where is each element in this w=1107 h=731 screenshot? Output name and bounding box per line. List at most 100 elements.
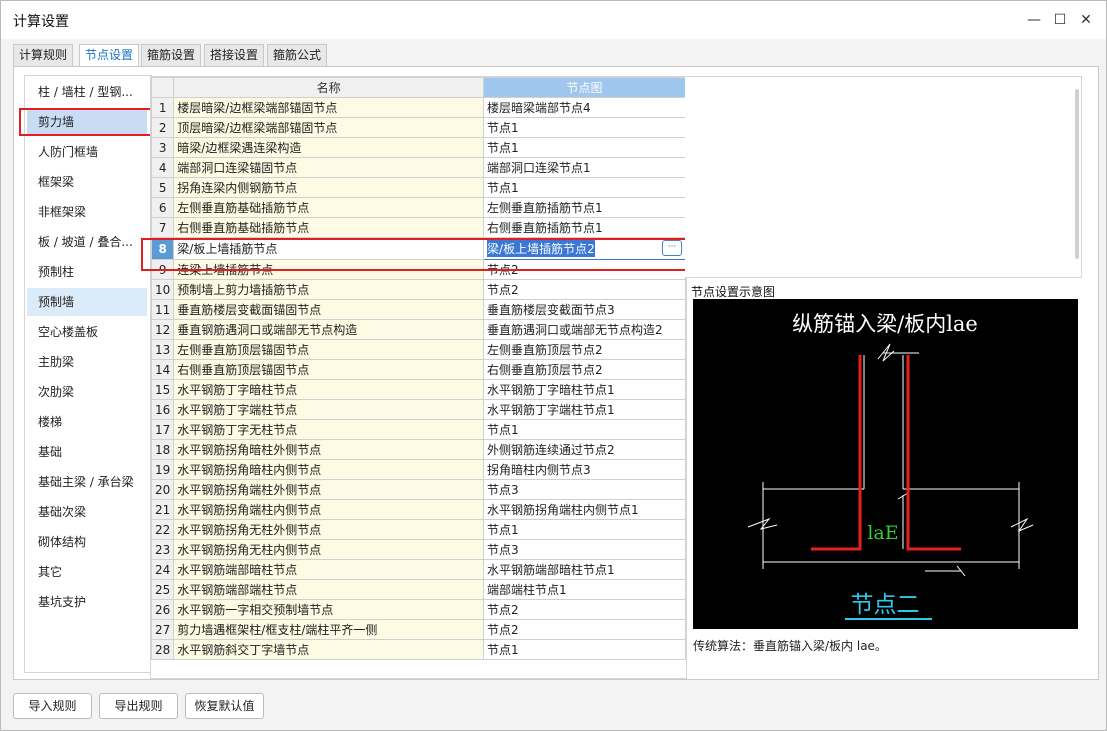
row-node-cell[interactable]: 节点2 — [483, 619, 686, 640]
table-row[interactable]: 3 暗梁/边框梁遇连梁构造 节点1 — [151, 137, 686, 158]
table-row[interactable]: 26 水平钢筋一字相交预制墙节点 节点2 — [151, 599, 686, 620]
row-node-cell[interactable]: 垂直筋遇洞口或端部无节点构造2 — [483, 319, 686, 340]
row-node-cell[interactable]: 端部洞口连梁节点1 — [483, 157, 686, 178]
row-name-cell[interactable]: 水平钢筋拐角端柱外侧节点 — [173, 479, 485, 500]
row-name-cell[interactable]: 左侧垂直筋基础插筋节点 — [173, 197, 485, 218]
table-row[interactable]: 5 拐角连梁内侧钢筋节点 节点1 — [151, 177, 686, 198]
row-node-cell[interactable]: 节点1 — [483, 419, 686, 440]
table-row[interactable]: 17 水平钢筋丁字无柱节点 节点1 — [151, 419, 686, 440]
table-row[interactable]: 6 左侧垂直筋基础插筋节点 左侧垂直筋插筋节点1 — [151, 197, 686, 218]
table-row[interactable]: 7 右侧垂直筋基础插筋节点 右侧垂直筋插筋节点1 — [151, 217, 686, 238]
row-name-cell[interactable]: 水平钢筋拐角无柱外侧节点 — [173, 519, 485, 540]
row-name-cell[interactable]: 水平钢筋丁字端柱节点 — [173, 399, 485, 420]
sidebar-item[interactable]: 框架梁 — [27, 168, 147, 196]
sidebar-item[interactable]: 柱 / 墙柱 / 型钢... — [27, 78, 147, 106]
row-node-cell[interactable]: 节点2 — [483, 599, 686, 620]
row-name-cell[interactable]: 顶层暗梁/边框梁端部锚固节点 — [173, 117, 485, 138]
sidebar-item[interactable]: 基础次梁 — [27, 498, 147, 526]
table-row[interactable]: 22 水平钢筋拐角无柱外侧节点 节点1 — [151, 519, 686, 540]
table-row[interactable]: 28 水平钢筋斜交丁字墙节点 节点1 — [151, 639, 686, 660]
table-row[interactable]: 13 左侧垂直筋顶层锚固节点 左侧垂直筋顶层节点2 — [151, 339, 686, 360]
row-node-cell[interactable]: 节点2 — [483, 279, 686, 300]
row-node-cell[interactable]: 节点3 — [483, 479, 686, 500]
ellipsis-button[interactable]: ··· — [662, 240, 682, 256]
row-node-cell[interactable]: 左侧垂直筋插筋节点1 — [483, 197, 686, 218]
maximize-icon[interactable]: ☐ — [1047, 7, 1073, 33]
row-node-cell[interactable]: 垂直筋楼层变截面节点3 — [483, 299, 686, 320]
tab-calc-rules[interactable]: 计算规则 — [13, 44, 74, 67]
table-row[interactable]: 15 水平钢筋丁字暗柱节点 水平钢筋丁字暗柱节点1 — [151, 379, 686, 400]
row-name-cell[interactable]: 水平钢筋丁字暗柱节点 — [173, 379, 485, 400]
table-row[interactable]: 14 右侧垂直筋顶层锚固节点 右侧垂直筋顶层节点2 — [151, 359, 686, 380]
row-node-cell[interactable]: 拐角暗柱内侧节点3 — [483, 459, 686, 480]
row-node-cell[interactable]: 水平钢筋丁字暗柱节点1 — [483, 379, 686, 400]
row-node-cell[interactable]: 左侧垂直筋顶层节点2 — [483, 339, 686, 360]
row-node-cell[interactable]: 右侧垂直筋顶层节点2 — [483, 359, 686, 380]
close-icon[interactable]: ✕ — [1073, 7, 1099, 33]
row-name-cell[interactable]: 楼层暗梁/边框梁端部锚固节点 — [173, 97, 485, 118]
import-rules-button[interactable]: 导入规则 — [13, 693, 92, 719]
row-node-cell[interactable]: 水平钢筋拐角端柱内侧节点1 — [483, 499, 686, 520]
sidebar-item[interactable]: 空心楼盖板 — [27, 318, 147, 346]
sidebar-item[interactable]: 砌体结构 — [27, 528, 147, 556]
row-name-cell[interactable]: 暗梁/边框梁遇连梁构造 — [173, 137, 485, 158]
table-row[interactable]: 23 水平钢筋拐角无柱内侧节点 节点3 — [151, 539, 686, 560]
tab-stirrup-formula[interactable]: 箍筋公式 — [267, 44, 328, 67]
table-row[interactable]: 9 连梁上墙插筋节点 节点2 — [151, 259, 686, 280]
row-node-cell[interactable]: 楼层暗梁端部节点4 — [483, 97, 686, 118]
table-row[interactable]: 19 水平钢筋拐角暗柱内侧节点 拐角暗柱内侧节点3 — [151, 459, 686, 480]
row-name-cell[interactable]: 连梁上墙插筋节点 — [173, 259, 485, 280]
row-node-cell[interactable]: 水平钢筋丁字端柱节点1 — [483, 399, 686, 420]
column-header-node[interactable]: 节点图 — [483, 77, 686, 98]
tab-lap-settings[interactable]: 搭接设置 — [204, 44, 265, 67]
row-name-cell[interactable]: 水平钢筋斜交丁字墙节点 — [173, 639, 485, 660]
sidebar-item[interactable]: 其它 — [27, 558, 147, 586]
tab-node-settings[interactable]: 节点设置 — [79, 44, 140, 67]
row-name-cell[interactable]: 端部洞口连梁锚固节点 — [173, 157, 485, 178]
sidebar-item[interactable]: 预制墙 — [27, 288, 147, 316]
row-name-cell[interactable]: 水平钢筋端部端柱节点 — [173, 579, 485, 600]
sidebar-item[interactable]: 基础 — [27, 438, 147, 466]
row-name-cell[interactable]: 剪力墙遇框架柱/框支柱/端柱平齐一侧 — [173, 619, 485, 640]
sidebar-item[interactable]: 剪力墙 — [27, 108, 147, 136]
table-row[interactable]: 12 垂直钢筋遇洞口或端部无节点构造 垂直筋遇洞口或端部无节点构造2 — [151, 319, 686, 340]
row-name-cell[interactable]: 右侧垂直筋基础插筋节点 — [173, 217, 485, 238]
row-node-cell[interactable]: 节点1 — [483, 177, 686, 198]
table-row[interactable]: 21 水平钢筋拐角端柱内侧节点 水平钢筋拐角端柱内侧节点1 — [151, 499, 686, 520]
row-node-cell[interactable]: 节点1 — [483, 519, 686, 540]
table-row[interactable]: 1 楼层暗梁/边框梁端部锚固节点 楼层暗梁端部节点4 — [151, 97, 686, 118]
row-name-cell[interactable]: 垂直钢筋遇洞口或端部无节点构造 — [173, 319, 485, 340]
node-cell-editor[interactable]: 梁/板上墙插筋节点2 — [487, 240, 595, 257]
row-name-cell[interactable]: 拐角连梁内侧钢筋节点 — [173, 177, 485, 198]
table-row[interactable]: 2 顶层暗梁/边框梁端部锚固节点 节点1 — [151, 117, 686, 138]
minimize-icon[interactable]: — — [1021, 7, 1047, 33]
row-node-cell[interactable]: 节点1 — [483, 117, 686, 138]
row-name-cell[interactable]: 水平钢筋一字相交预制墙节点 — [173, 599, 485, 620]
table-row[interactable]: 4 端部洞口连梁锚固节点 端部洞口连梁节点1 — [151, 157, 686, 178]
row-name-cell[interactable]: 水平钢筋拐角端柱内侧节点 — [173, 499, 485, 520]
table-row[interactable]: 24 水平钢筋端部暗柱节点 水平钢筋端部暗柱节点1 — [151, 559, 686, 580]
restore-defaults-button[interactable]: 恢复默认值 — [185, 693, 264, 719]
row-node-cell[interactable]: 节点1 — [483, 639, 686, 660]
export-rules-button[interactable]: 导出规则 — [99, 693, 178, 719]
row-name-cell[interactable]: 水平钢筋端部暗柱节点 — [173, 559, 485, 580]
sidebar-item[interactable]: 次肋梁 — [27, 378, 147, 406]
row-name-cell[interactable]: 水平钢筋丁字无柱节点 — [173, 419, 485, 440]
table-scrollbar[interactable] — [1075, 89, 1079, 259]
row-name-cell[interactable]: 水平钢筋拐角暗柱内侧节点 — [173, 459, 485, 480]
row-name-cell[interactable]: 左侧垂直筋顶层锚固节点 — [173, 339, 485, 360]
row-name-cell[interactable]: 垂直筋楼层变截面锚固节点 — [173, 299, 485, 320]
table-row[interactable]: 25 水平钢筋端部端柱节点 端部端柱节点1 — [151, 579, 686, 600]
row-node-cell[interactable]: 梁/板上墙插筋节点2 ··· — [483, 237, 686, 260]
table-row[interactable]: 20 水平钢筋拐角端柱外侧节点 节点3 — [151, 479, 686, 500]
row-node-cell[interactable]: 外侧钢筋连续通过节点2 — [483, 439, 686, 460]
row-name-cell[interactable]: 右侧垂直筋顶层锚固节点 — [173, 359, 485, 380]
sidebar-item[interactable]: 板 / 坡道 / 叠合... — [27, 228, 147, 256]
table-row[interactable]: 18 水平钢筋拐角暗柱外侧节点 外侧钢筋连续通过节点2 — [151, 439, 686, 460]
row-name-cell[interactable]: 水平钢筋拐角无柱内侧节点 — [173, 539, 485, 560]
table-row[interactable]: 10 预制墙上剪力墙插筋节点 节点2 — [151, 279, 686, 300]
sidebar-item[interactable]: 非框架梁 — [27, 198, 147, 226]
table-row[interactable]: 16 水平钢筋丁字端柱节点 水平钢筋丁字端柱节点1 — [151, 399, 686, 420]
sidebar-item[interactable]: 人防门框墙 — [27, 138, 147, 166]
row-node-cell[interactable]: 节点2 — [483, 259, 686, 280]
